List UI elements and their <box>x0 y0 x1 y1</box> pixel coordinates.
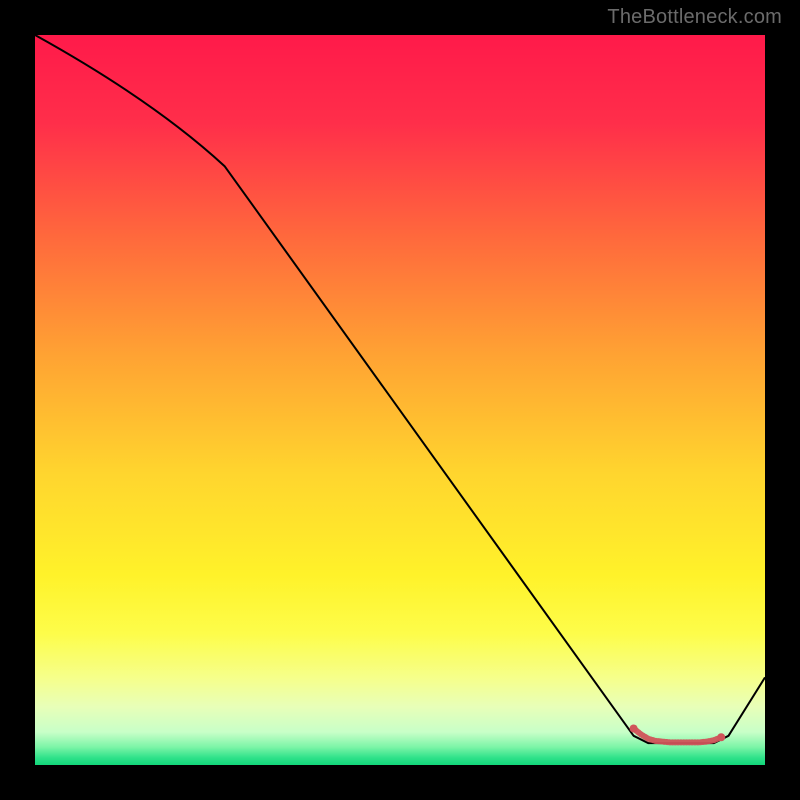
plot-area <box>35 35 765 765</box>
chart-lines <box>35 35 765 765</box>
bottleneck-curve <box>35 35 765 743</box>
branding-label: TheBottleneck.com <box>607 6 782 29</box>
chart-stage: TheBottleneck.com <box>0 0 800 800</box>
optimal-marker <box>630 724 726 742</box>
